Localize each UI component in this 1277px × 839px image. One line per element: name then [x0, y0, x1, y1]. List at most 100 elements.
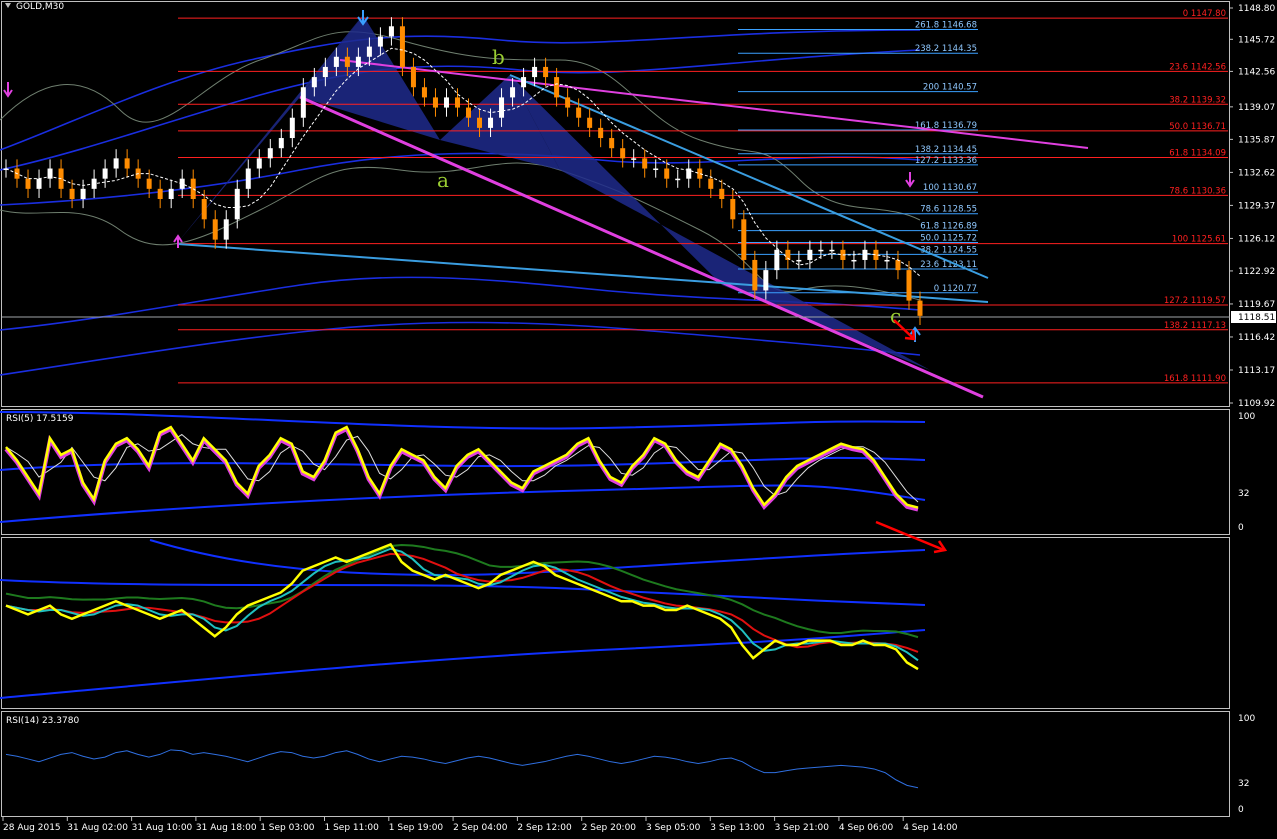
price-tick-label: 1139.07 [1238, 103, 1275, 113]
chart-title: GOLD,M30 [16, 2, 64, 12]
fib-red-level-label: 100 1125.61 [1172, 235, 1226, 245]
candle-body [774, 249, 780, 271]
fib-red-level-label: 38.2 1139.32 [1169, 95, 1226, 105]
candle-body [807, 249, 813, 260]
fib-blue-level-label: 61.8 1126.89 [920, 222, 977, 232]
rsi5-scale-bottom: 0 [1238, 523, 1244, 533]
candle-body [521, 77, 527, 88]
candle-body [719, 188, 725, 199]
time-tick-label: 28 Aug 2015 [3, 823, 61, 833]
time-tick-label: 2 Sep 04:00 [453, 823, 508, 833]
candle-body [895, 259, 901, 271]
candle-body [69, 188, 75, 199]
candle-body [168, 188, 174, 199]
price-axis: 1148.80 1145.72 1142.56 1139.07 1135.87 1132.… [1229, 4, 1275, 409]
price-tick-label: 1129.37 [1238, 201, 1275, 211]
time-axis: 28 Aug 2015 31 Aug 02:00 31 Aug 10:00 31 Au… [2, 817, 958, 833]
candle-body [399, 26, 405, 67]
candle-body [344, 56, 350, 67]
time-tick-label: 1 Sep 19:00 [389, 823, 444, 833]
candle-body [146, 178, 152, 189]
fib-red-level-label: 23.6 1142.56 [1169, 62, 1226, 72]
candle-body [223, 219, 229, 240]
candle-body [113, 158, 119, 169]
time-tick-label: 1 Sep 11:00 [325, 823, 380, 833]
pattern-ab-triangle [300, 15, 440, 140]
candle-body [697, 168, 703, 179]
price-tick-label: 1126.12 [1238, 234, 1275, 244]
rsi5-line [5, 425, 919, 509]
time-tick-label: 1 Sep 03:00 [260, 823, 315, 833]
price-tick-label: 1122.92 [1238, 267, 1275, 277]
price-tick-label: 1109.92 [1238, 399, 1275, 409]
fib-blue-level-label: 127.2 1133.36 [915, 156, 977, 166]
ribbon-bands [0, 539, 926, 699]
fib-red-level-label: 61.8 1134.09 [1169, 148, 1226, 158]
rsi5-upper-band [0, 411, 926, 430]
candle-body [609, 138, 615, 149]
candle-body [355, 56, 361, 67]
candle-body [256, 158, 262, 169]
rsi14-scale-bottom: 0 [1238, 805, 1244, 815]
fib-blue-level-label: 238.2 1144.35 [915, 44, 977, 54]
candle-body [653, 168, 659, 171]
fib-red-level-label: 161.8 1111.90 [1164, 374, 1226, 384]
fib-red-level-label: 127.2 1119.57 [1164, 296, 1226, 306]
candle-body [818, 249, 824, 252]
time-tick-label: 2 Sep 12:00 [517, 823, 572, 833]
ribbon-upper-band [149, 539, 926, 577]
candle-body [234, 188, 240, 220]
candle-body [388, 26, 394, 37]
candle-body [917, 300, 923, 316]
candle-body [289, 117, 295, 139]
lower-band-outer [0, 321, 921, 376]
candle-body [466, 107, 472, 118]
price-tick-label: 1119.67 [1238, 300, 1275, 310]
candle-body [454, 97, 460, 108]
magenta-arrow-x-icon [3, 82, 13, 98]
ribbon-lower-band [0, 629, 926, 699]
candle-body [333, 56, 339, 67]
candle-body [631, 158, 637, 160]
candle-body [796, 259, 802, 262]
time-tick-label: 31 Aug 18:00 [196, 823, 257, 833]
fib-red-level-label: 78.6 1130.36 [1169, 186, 1226, 196]
candle-body [862, 249, 868, 260]
price-tick-label: 1132.62 [1238, 168, 1275, 178]
candle-body [752, 259, 758, 291]
time-tick-label: 4 Sep 06:00 [839, 823, 894, 833]
current-price-label: 1118.51 [1238, 313, 1275, 323]
time-tick-label: 3 Sep 05:00 [646, 823, 701, 833]
candle-body [322, 66, 328, 78]
candle-body [488, 117, 494, 128]
time-tick-label: 3 Sep 21:00 [775, 823, 830, 833]
price-tick-label: 1142.56 [1238, 67, 1275, 77]
ribbon-mid-band [0, 579, 926, 606]
time-tick-label: 4 Sep 14:00 [903, 823, 958, 833]
chart-collapse-icon[interactable] [5, 3, 11, 8]
magenta-arrow-d-icon [905, 172, 915, 188]
main-price-panel [1, 1, 1230, 407]
fib-blue-level-label: 200 1140.57 [923, 83, 977, 93]
rsi5-signal-line [5, 433, 919, 503]
candle-body [576, 107, 582, 118]
rsi5-scale-mid: 32 [1238, 489, 1249, 499]
candle-body [675, 178, 681, 181]
fib-red-level-label: 50.0 1136.71 [1169, 122, 1226, 132]
candle-body [543, 66, 549, 78]
candle-body [565, 97, 571, 108]
time-tick-label: 3 Sep 13:00 [710, 823, 765, 833]
candle-body [377, 36, 383, 47]
candle-body [642, 158, 648, 169]
candle-body [532, 66, 538, 78]
candle-body [851, 259, 857, 262]
candle-body [499, 97, 505, 118]
candle-body [829, 249, 835, 252]
ribbon-red-ma [5, 552, 919, 653]
price-tick-label: 1145.72 [1238, 35, 1275, 45]
candle-body [763, 270, 769, 291]
ribbon-green-band [5, 544, 919, 639]
fib-blue-level-label: 78.6 1128.55 [920, 205, 977, 215]
candle-body [510, 87, 516, 98]
time-tick-label: 2 Sep 20:00 [582, 823, 637, 833]
